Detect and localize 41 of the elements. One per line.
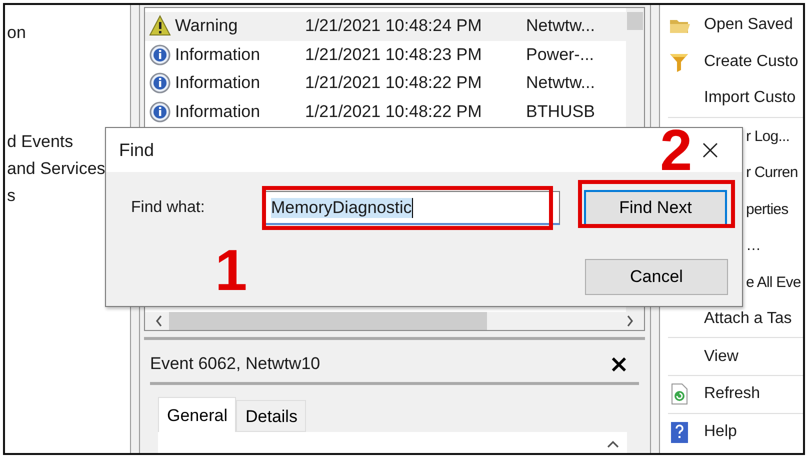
action-item[interactable]: … <box>746 237 761 254</box>
tab[interactable]: Details <box>236 400 306 432</box>
action-item[interactable]: Create Custo <box>704 52 798 71</box>
close-button[interactable]: × <box>598 350 639 378</box>
step-number: 1 <box>215 242 248 300</box>
event-row[interactable]: Information 1/21/2021 10:48:22 PM BTHUSB <box>145 98 626 126</box>
action-item[interactable]: Open Saved <box>704 16 793 34</box>
event-row[interactable]: Information 1/21/2021 10:48:23 PM Power-... <box>145 40 626 69</box>
tree-item[interactable]: on <box>7 22 26 49</box>
cancel-button[interactable]: Cancel <box>585 259 728 295</box>
action-item[interactable]: r Curren <box>746 164 798 182</box>
action-item[interactable]: perties <box>746 200 788 218</box>
find-next-button[interactable]: Find Next <box>584 190 727 226</box>
event-title: Event 6062, Netwtw10 <box>150 354 320 374</box>
action-item[interactable]: View <box>704 348 738 366</box>
scroll-up-icon[interactable] <box>607 440 619 448</box>
info-icon <box>149 44 171 66</box>
event-row[interactable]: Warning 1/21/2021 10:48:24 PM Netwtw... <box>145 12 626 40</box>
scroll-left-icon[interactable] <box>155 315 163 327</box>
action-item[interactable]: Refresh <box>704 385 760 404</box>
info-icon <box>149 100 171 123</box>
action-item[interactable]: e All Eve <box>746 274 801 291</box>
close-button[interactable]: × <box>694 136 726 164</box>
tab[interactable]: General <box>158 397 236 432</box>
warning-icon <box>149 15 171 38</box>
event-row[interactable]: Information 1/21/2021 10:48:22 PM Netwtw... <box>145 69 626 98</box>
help-icon[interactable] <box>668 420 690 443</box>
scroll-right-icon[interactable] <box>626 315 634 327</box>
dialog-title: Find <box>119 140 154 160</box>
action-item[interactable]: Help <box>704 422 737 441</box>
action-item[interactable]: Import Custo <box>704 89 796 108</box>
action-item[interactable]: Attach a Tas <box>704 310 792 328</box>
tree-item[interactable]: and Services <box>7 158 106 185</box>
input-field[interactable]: MemoryDiagnostic <box>264 191 560 225</box>
step-number: 2 <box>660 122 692 180</box>
action-item[interactable]: r Log... <box>746 128 790 145</box>
tree-item[interactable]: s <box>7 185 16 212</box>
horizontal-scrollbar[interactable] <box>145 312 644 330</box>
info-icon <box>149 72 171 94</box>
tree-item[interactable]: d Events <box>7 131 74 158</box>
field-label: Find what: <box>131 199 206 217</box>
